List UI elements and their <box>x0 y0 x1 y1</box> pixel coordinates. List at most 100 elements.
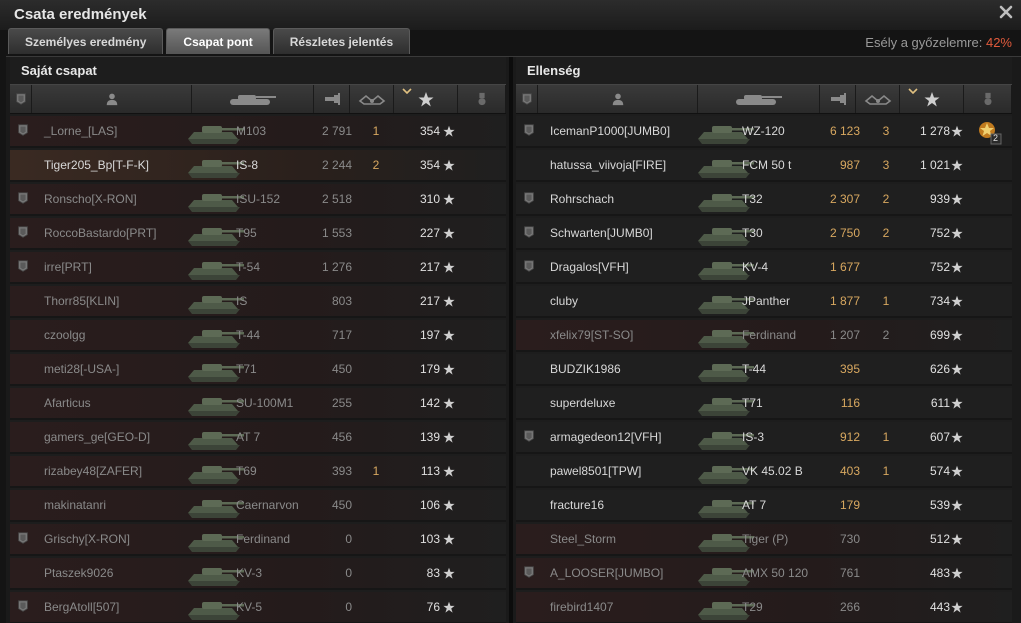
player-name: hatussa_viivoja[FIRE] <box>550 158 667 172</box>
player-row[interactable]: firebird1407 T29 266 443 <box>516 592 1012 623</box>
player-row[interactable]: Tiger205_Bp[T-F-K] IS-8 2 244 2 354 <box>10 150 506 182</box>
player-row[interactable]: hatussa_viivoja[FIRE] FCM 50 t 987 3 1 021 <box>516 150 1012 182</box>
tank-name: AT 7 <box>236 430 261 444</box>
player-row[interactable]: xfelix79[ST-SO] Ferdinand 1 207 2 699 <box>516 320 1012 352</box>
tank-name: T69 <box>236 464 257 478</box>
player-row[interactable]: pawel8501[TPW] VK 45.02 B 403 1 574 <box>516 456 1012 488</box>
player-name: Rohrschach <box>550 192 615 206</box>
player-row[interactable]: IcemanP1000[JUMB0] WZ-120 6 123 3 1 278 2 <box>516 116 1012 148</box>
player-name: Afarticus <box>44 396 91 410</box>
player-row[interactable]: Steel_Storm Tiger (P) 730 512 <box>516 524 1012 556</box>
sort-column-xp-star[interactable] <box>394 85 458 113</box>
xp-star-icon <box>443 363 455 375</box>
xp-value: 103 <box>419 532 440 546</box>
damage-value: 266 <box>839 600 860 614</box>
own-team-title: Saját csapat <box>21 63 97 78</box>
xp-star-icon <box>951 295 963 307</box>
player-name: Ptaszek9026 <box>44 566 114 580</box>
tab-team-score[interactable]: Csapat pont <box>166 28 270 54</box>
xp-star-icon <box>951 567 963 579</box>
sort-column-kills[interactable] <box>350 85 394 113</box>
sort-column-player[interactable] <box>538 85 698 113</box>
sort-column-badge[interactable] <box>516 85 538 113</box>
player-row[interactable]: meti28[-USA-] T71 450 179 <box>10 354 506 386</box>
player-row[interactable]: Thorr85[KLIN] IS 803 217 <box>10 286 506 318</box>
tank-icon <box>735 95 782 105</box>
xp-star-icon <box>443 159 455 171</box>
damage-value: 6 123 <box>829 124 860 138</box>
tank-name: T29 <box>742 600 763 614</box>
sort-column-medal[interactable] <box>964 85 1012 113</box>
xp-value: 512 <box>929 532 950 546</box>
kills-value: 2 <box>882 192 890 206</box>
player-row[interactable]: superdeluxe T71 116 611 <box>516 388 1012 420</box>
sort-column-damage[interactable] <box>820 85 856 113</box>
close-icon[interactable] <box>997 3 1015 21</box>
badge-icon <box>524 226 534 238</box>
xp-value: 1 021 <box>919 158 950 172</box>
player-row[interactable]: A_LOOSER[JUMBO] AMX 50 120 761 483 <box>516 558 1012 590</box>
sort-column-kills[interactable] <box>856 85 900 113</box>
sort-column-player[interactable] <box>32 85 192 113</box>
player-row[interactable]: Afarticus SU-100M1 255 142 <box>10 388 506 420</box>
xp-star-icon <box>951 431 963 443</box>
kills-value: 1 <box>372 464 380 478</box>
player-row[interactable]: makinatanri Caernarvon 450 106 <box>10 490 506 522</box>
sort-column-xp-star[interactable] <box>900 85 964 113</box>
player-row[interactable]: cluby JPanther 1 877 1 734 <box>516 286 1012 318</box>
player-name: Schwarten[JUMB0] <box>550 226 653 240</box>
sort-column-damage[interactable] <box>314 85 350 113</box>
xp-star-icon <box>951 159 963 171</box>
player-name: makinatanri <box>44 498 107 512</box>
medal-icon[interactable] <box>976 119 1002 145</box>
kills-value: 2 <box>882 226 890 240</box>
player-row[interactable]: czoolgg T-44 717 197 <box>10 320 506 352</box>
sort-column-tank[interactable] <box>698 85 820 113</box>
tank-icon <box>229 95 276 105</box>
player-row[interactable]: Ptaszek9026 KV-3 0 83 <box>10 558 506 590</box>
player-name: BergAtoll[507] <box>44 600 120 614</box>
player-row[interactable]: Dragalos[VFH] KV-4 1 677 752 <box>516 252 1012 284</box>
xp-value: 354 <box>419 158 440 172</box>
player-row[interactable]: RoccoBastardo[PRT] T95 1 553 227 <box>10 218 506 250</box>
kills-value: 1 <box>882 430 890 444</box>
tank-name: T-44 <box>742 362 767 376</box>
player-row[interactable]: armagedeon12[VFH] IS-3 912 1 607 <box>516 422 1012 454</box>
tab-detailed-report[interactable]: Részletes jelentés <box>272 28 411 54</box>
damage-value: 761 <box>839 566 860 580</box>
player-row[interactable]: _Lorne_[LAS] M103 2 791 1 354 <box>10 116 506 148</box>
sort-column-tank[interactable] <box>192 85 314 113</box>
badge-icon <box>524 192 534 204</box>
player-row[interactable]: Grischy[X-RON] Ferdinand 0 103 <box>10 524 506 556</box>
xp-star-icon <box>951 465 963 477</box>
sort-column-medal[interactable] <box>458 85 506 113</box>
damage-value: 803 <box>331 294 352 308</box>
xp-star-icon <box>443 125 455 137</box>
player-row[interactable]: rizabey48[ZAFER] T69 393 1 113 <box>10 456 506 488</box>
xp-value: 217 <box>419 294 440 308</box>
player-row[interactable]: BUDZIK1986 T-44 395 626 <box>516 354 1012 386</box>
player-row[interactable]: BergAtoll[507] KV-5 0 76 <box>10 592 506 623</box>
damage-value: 0 <box>345 566 352 580</box>
enemy-team-header <box>516 84 1012 114</box>
tank-name: ISU-152 <box>236 192 281 206</box>
player-name: Dragalos[VFH] <box>550 260 629 274</box>
xp-value: 699 <box>929 328 950 342</box>
xp-star-icon <box>951 227 963 239</box>
tank-name: Tiger (P) <box>742 532 789 546</box>
tank-name: KV-4 <box>742 260 769 274</box>
xp-value: 227 <box>419 226 440 240</box>
player-row[interactable]: gamers_ge[GEO-D] AT 7 456 139 <box>10 422 506 454</box>
player-row[interactable]: irre[PRT] T-54 1 276 217 <box>10 252 506 284</box>
damage-value: 450 <box>331 362 352 376</box>
xp-star-icon <box>951 363 963 375</box>
player-row[interactable]: Ronscho[X-RON] ISU-152 2 518 310 <box>10 184 506 216</box>
player-name: firebird1407 <box>550 600 614 614</box>
tab-personal-result[interactable]: Személyes eredmény <box>8 28 164 54</box>
player-row[interactable]: Schwarten[JUMB0] T30 2 750 2 752 <box>516 218 1012 250</box>
damage-value: 179 <box>839 498 860 512</box>
player-row[interactable]: fracture16 AT 7 179 539 <box>516 490 1012 522</box>
player-row[interactable]: Rohrschach T32 2 307 2 939 <box>516 184 1012 216</box>
sort-column-badge[interactable] <box>10 85 32 113</box>
kills-value: 1 <box>372 124 380 138</box>
